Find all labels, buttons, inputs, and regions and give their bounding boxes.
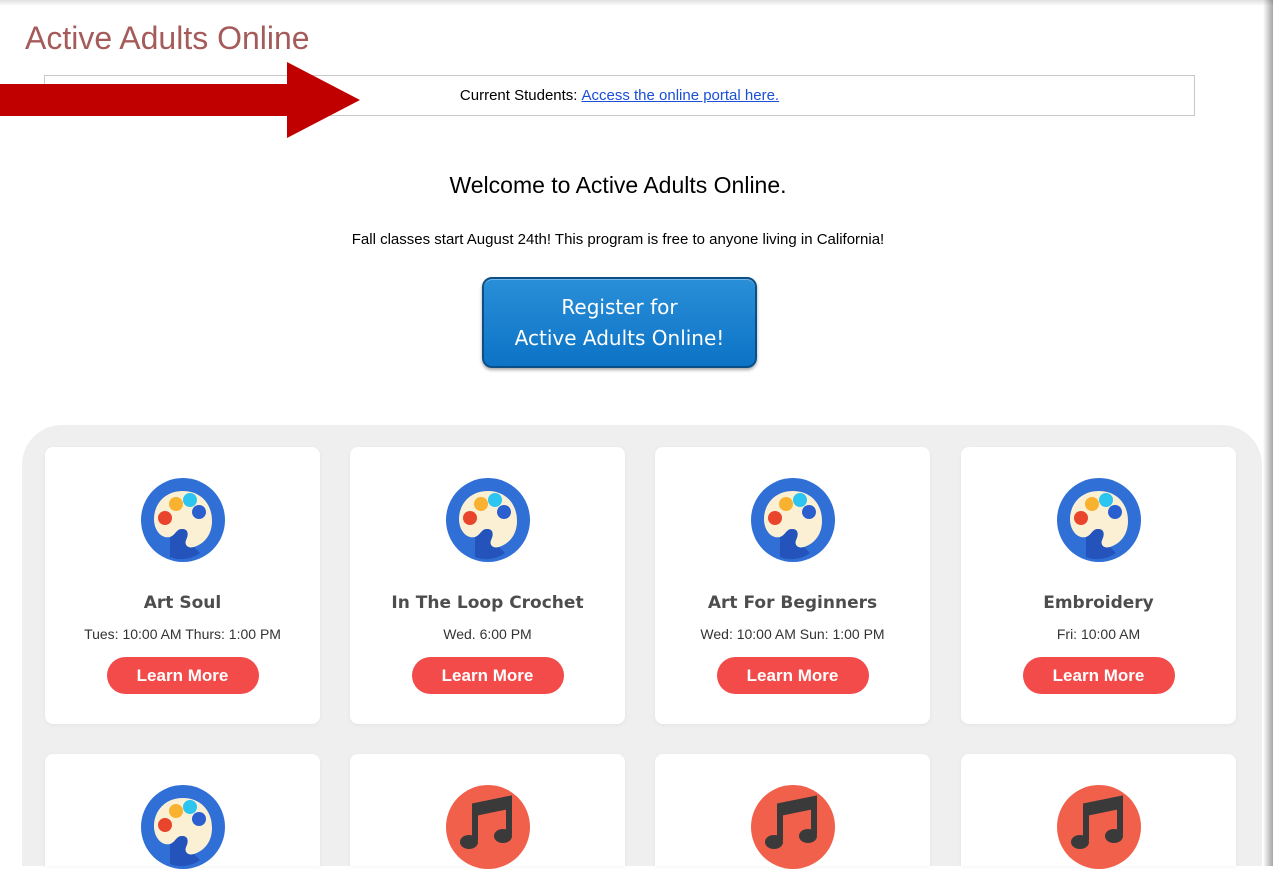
palette-icon [445,478,530,562]
card-title: Art Soul [143,593,222,613]
top-shadow [0,0,1273,6]
class-card [655,754,930,869]
music-note-icon [445,785,530,869]
welcome-subtext: Fall classes start August 24th! This pro… [351,231,885,248]
palette-icon [750,478,835,562]
card-title: Embroidery [1043,593,1154,613]
music-note-icon [1056,785,1141,869]
class-card [45,754,320,869]
portal-link[interactable]: Access the online portal here. [581,87,779,104]
learn-more-button[interactable]: Learn More [411,657,564,694]
card-schedule: Wed. 6:00 PM [443,626,532,642]
card-title: Art For Beginners [707,593,878,613]
class-card [350,754,625,869]
page: Active Adults Online Current Students: A… [0,0,1273,869]
class-card [961,754,1236,869]
register-button-line1: Register for [561,294,678,319]
notice-label: Current Students: [459,87,578,104]
class-card: Embroidery Fri: 10:00 AM Learn More [961,447,1236,724]
music-note-icon [750,785,835,869]
palette-icon [140,478,225,562]
register-button[interactable]: Register for Active Adults Online! [482,277,757,368]
card-schedule: Fri: 10:00 AM [1056,626,1141,642]
learn-more-button[interactable]: Learn More [716,657,869,694]
palette-icon [1056,478,1141,562]
red-arrow-annotation [0,62,360,138]
class-card: Art For Beginners Wed: 10:00 AM Sun: 1:0… [655,447,930,724]
palette-icon [140,785,225,869]
class-card: Art Soul Tues: 10:00 AM Thurs: 1:00 PM L… [45,447,320,724]
register-button-line2: Active Adults Online! [514,325,725,350]
learn-more-button[interactable]: Learn More [1022,657,1175,694]
welcome-heading: Welcome to Active Adults Online. [449,172,787,198]
site-title: Active Adults Online [25,20,310,56]
window-edge-shadow [1263,0,1273,866]
card-title: In The Loop Crochet [391,593,584,613]
card-schedule: Wed: 10:00 AM Sun: 1:00 PM [700,626,885,642]
card-schedule: Tues: 10:00 AM Thurs: 1:00 PM [84,626,281,642]
class-card: In The Loop Crochet Wed. 6:00 PM Learn M… [350,447,625,724]
learn-more-button[interactable]: Learn More [106,657,259,694]
